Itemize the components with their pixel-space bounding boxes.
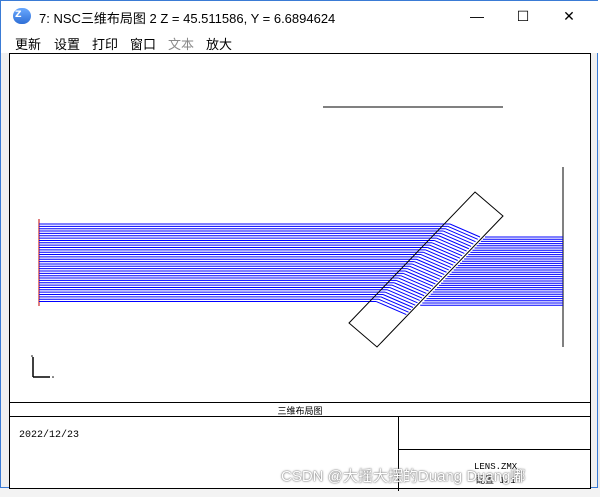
window-title: 7: NSC三维布局图 2 Z = 45.511586, Y = 6.68946… — [39, 11, 336, 26]
plot-date: 2022/12/23 — [19, 430, 80, 441]
ray-line — [447, 225, 478, 240]
layout-drawing — [31, 106, 564, 378]
ray-line — [398, 277, 429, 292]
ray-line — [443, 230, 474, 245]
menu-bar: 更新 设置 打印 窗口 文本 放大 — [1, 31, 599, 53]
ray-line — [385, 291, 416, 306]
menu-text[interactable]: 文本 — [168, 34, 194, 53]
ray-line — [418, 256, 449, 271]
ray-line — [414, 261, 445, 276]
ray-line — [434, 239, 465, 254]
ray-line — [411, 263, 443, 278]
coordinate-axes-icon — [31, 355, 54, 378]
close-icon: ✕ — [563, 7, 575, 24]
ray-line — [378, 298, 409, 313]
ray-line — [416, 258, 447, 273]
close-button[interactable]: ✕ — [546, 1, 592, 31]
zemax-app-icon[interactable]: Z — [13, 8, 31, 24]
ray-line — [382, 294, 414, 308]
ray-line — [391, 284, 423, 299]
title-bar[interactable]: Z 7: NSC三维布局图 2 Z = 45.511586, Y = 6.689… — [1, 1, 599, 31]
ray-line — [405, 270, 436, 285]
menu-zoom[interactable]: 放大 — [206, 34, 232, 53]
ray-line — [438, 235, 470, 250]
ray-line — [449, 223, 481, 238]
menu-update[interactable]: 更新 — [15, 34, 41, 53]
ray-line — [376, 301, 407, 316]
ray-line — [380, 296, 411, 311]
ray-line — [420, 254, 452, 269]
ray-line — [387, 289, 418, 304]
ray-line — [396, 279, 427, 294]
background-window-edge-bottom — [0, 488, 600, 497]
ray-line — [409, 265, 441, 280]
maximize-button[interactable]: ☐ — [500, 1, 546, 31]
ray-line — [427, 247, 458, 261]
ray-line — [393, 282, 425, 297]
minimize-icon: — — [470, 8, 484, 24]
menu-window[interactable]: 窗口 — [130, 34, 156, 53]
ray-line — [436, 237, 467, 252]
ray-line — [407, 268, 438, 283]
ray-line — [440, 232, 472, 247]
csdn-watermark: CSDN @大摇大摆的Duang Duang嘟 — [281, 468, 526, 485]
ray-line — [425, 249, 456, 264]
info-divider-right — [398, 449, 590, 450]
minimize-button[interactable]: — — [454, 1, 500, 31]
menu-settings[interactable]: 设置 — [54, 34, 80, 53]
info-divider-top — [10, 402, 590, 403]
ray-line — [389, 286, 420, 301]
ray-line — [423, 251, 454, 266]
info-divider-middle — [10, 416, 590, 417]
ray-line — [445, 228, 476, 243]
maximize-icon: ☐ — [516, 7, 530, 24]
ray-line — [402, 272, 434, 287]
ray-line — [400, 275, 432, 290]
ray-line — [431, 242, 463, 257]
menu-print[interactable]: 打印 — [92, 34, 118, 53]
layout-window: Z 7: NSC三维布局图 2 Z = 45.511586, Y = 6.689… — [0, 0, 599, 491]
layout-plot-canvas[interactable]: 三维布局图 2022/12/23 LENS.ZMX 配置 1/1 — [9, 53, 591, 491]
ray-line — [429, 244, 461, 259]
